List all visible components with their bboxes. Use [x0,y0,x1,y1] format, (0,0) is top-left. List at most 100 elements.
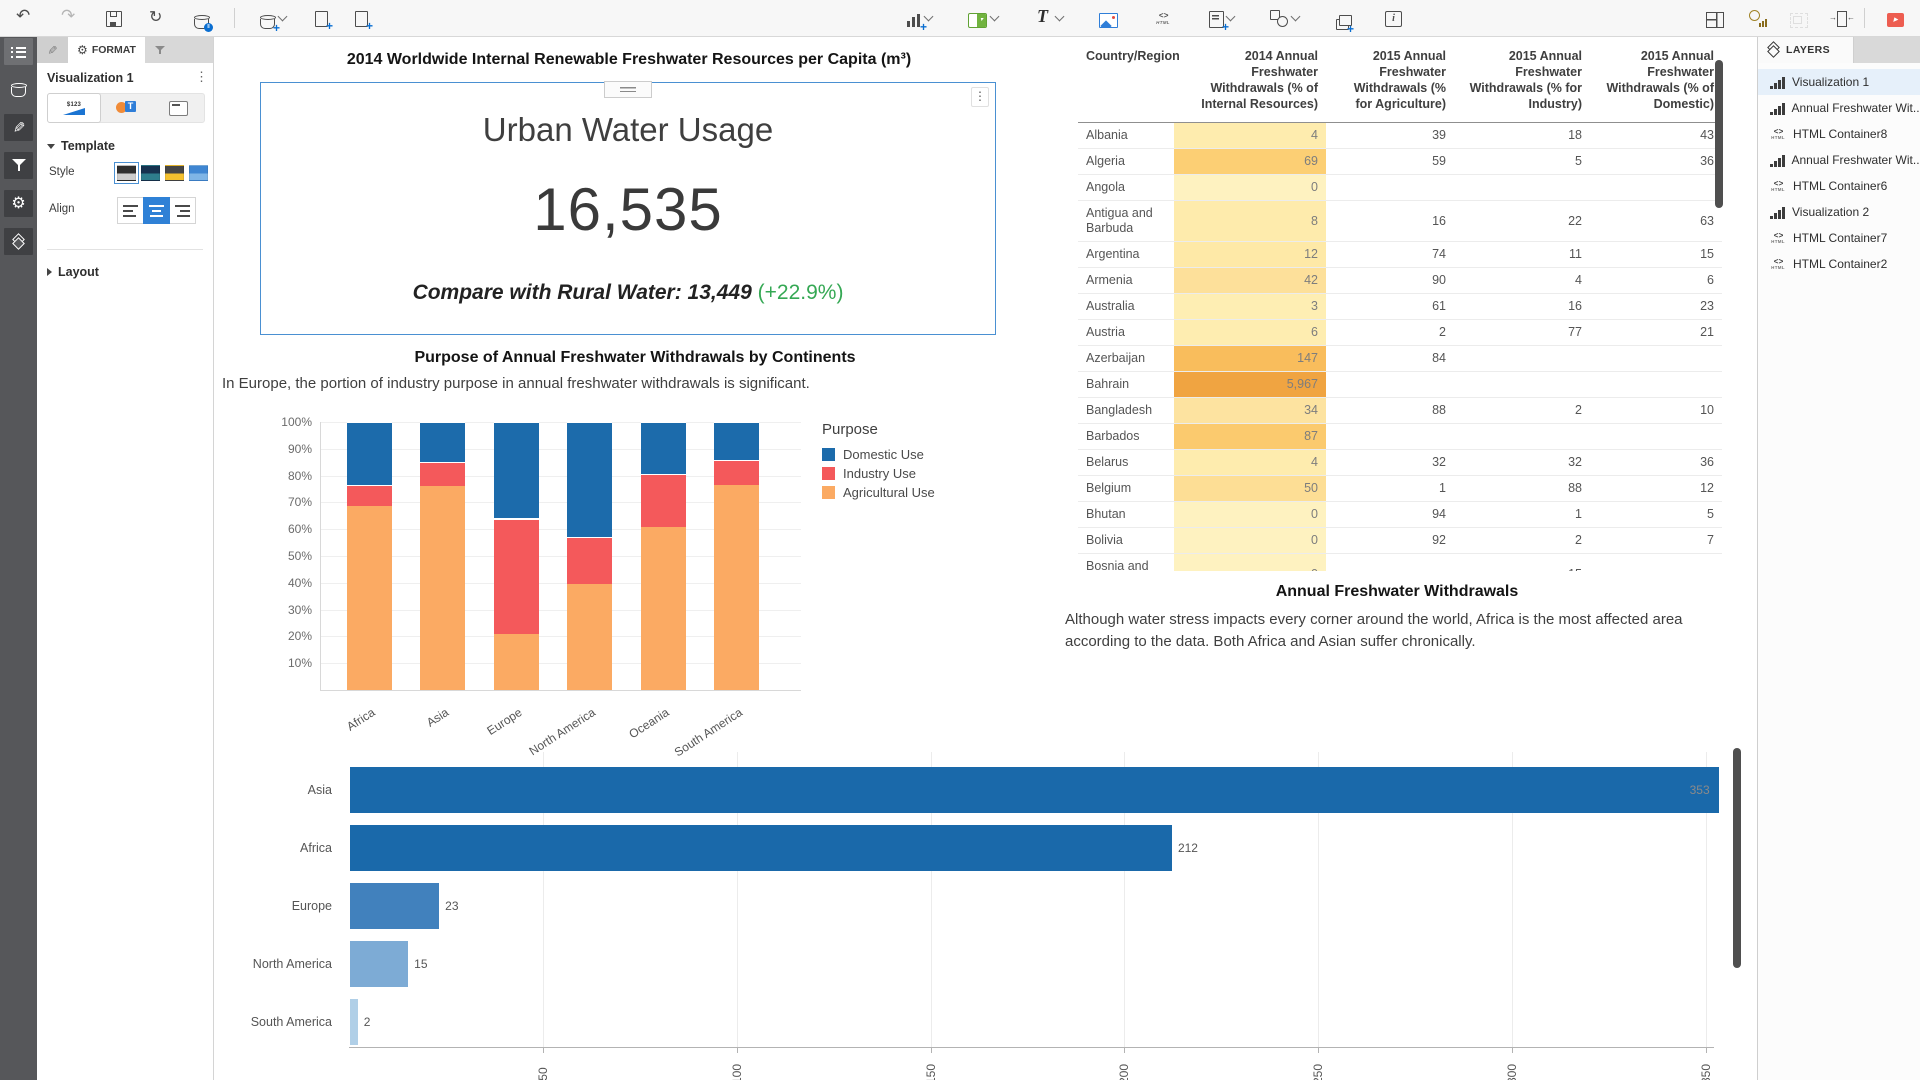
stacked-bar-segment[interactable] [567,422,612,537]
outline-rail-button[interactable] [4,38,33,65]
table-row[interactable]: Belgium5018812 [1078,476,1722,502]
add-datasource-button[interactable] [258,5,288,31]
tab-format[interactable]: FORMAT [68,37,145,63]
bar[interactable] [350,767,1719,813]
table-column-header[interactable]: 2014 Annual Freshwater Withdrawals (% of… [1174,40,1326,123]
table-row[interactable]: Azerbaijan14784 [1078,346,1722,372]
style-swatch-4[interactable] [189,165,208,181]
layer-item[interactable]: < >HTMLHTML Container7 [1758,225,1920,251]
smart-insights-button[interactable] [1746,5,1768,31]
html-container-title-1[interactable]: 2014 Worldwide Internal Renewable Freshw… [214,51,1044,69]
insert-image-button[interactable] [1097,5,1120,31]
table-row[interactable]: Bosnia and Herzegovina015 [1078,554,1722,572]
stacked-bar-segment[interactable] [714,485,759,690]
present-button[interactable] [1885,5,1906,31]
style-swatch-1[interactable] [117,165,136,181]
stacked-bar-segment[interactable] [494,422,539,518]
bar[interactable] [350,883,439,929]
fit-width-button[interactable] [1830,5,1844,31]
filter-rail-button[interactable] [4,152,33,179]
insert-shape-button[interactable] [1268,5,1301,31]
legend-item[interactable]: Domestic Use [822,447,935,462]
style-swatch-2[interactable] [141,165,160,181]
edit-rail-button[interactable] [4,114,33,141]
layers-tab[interactable]: LAYERS [1758,37,1854,63]
stacked-bar-segment[interactable] [567,584,612,690]
table-widget[interactable]: Country/Region2014 Annual Freshwater Wit… [1078,40,1726,571]
align-left-button[interactable] [117,197,144,224]
stacked-bar-segment[interactable] [347,485,392,506]
layout-button[interactable] [1704,5,1726,31]
insert-input-control-button[interactable] [1206,5,1236,31]
add-page-button[interactable] [351,5,368,31]
insert-html-button[interactable] [1152,5,1174,31]
layer-item[interactable]: Annual Freshwater Wit... [1758,95,1920,121]
table-column-header[interactable]: 2015 Annual Freshwater Withdrawals (% of… [1590,40,1722,123]
layer-item[interactable]: < >HTMLHTML Container8 [1758,121,1920,147]
story-canvas[interactable]: 2014 Worldwide Internal Renewable Freshw… [214,37,1757,1080]
table-row[interactable]: Australia3611623 [1078,294,1722,320]
table-row[interactable]: Austria627721 [1078,320,1722,346]
stacked-bar-segment[interactable] [420,462,465,486]
settings-rail-button[interactable] [4,190,33,217]
table-row[interactable]: Bhutan09415 [1078,502,1722,528]
align-center-button[interactable] [143,197,170,224]
table-row[interactable]: Argentina12741115 [1078,242,1722,268]
pause-data-refresh-button[interactable] [192,5,211,31]
tab-filter[interactable] [145,37,174,63]
stacked-bar-segment[interactable] [641,422,686,474]
html-container-body-2[interactable]: Although water stress impacts every corn… [1065,609,1729,653]
layer-item[interactable]: Visualization 1 [1758,69,1920,95]
stacked-bar-segment[interactable] [714,422,759,460]
layer-item[interactable]: < >HTMLHTML Container6 [1758,173,1920,199]
stacked-chart-widget[interactable]: Purpose of Annual Freshwater Withdrawals… [222,345,1048,751]
tab-edit[interactable] [37,37,68,63]
refresh-button[interactable] [147,5,169,31]
stacked-bar[interactable] [641,422,686,690]
stacked-bar-segment[interactable] [420,422,465,462]
stacked-bar-segment[interactable] [494,634,539,690]
style-swatch-3[interactable] [165,165,184,181]
stacked-bar-segment[interactable] [347,422,392,485]
stacked-bar[interactable] [714,422,759,690]
stacked-bar-segment[interactable] [494,519,539,634]
table-row[interactable]: Antigua and Barbuda8162263 [1078,201,1722,242]
stacked-bar-segment[interactable] [347,506,392,690]
stacked-bar[interactable] [347,422,392,690]
save-button[interactable] [104,5,124,31]
table-row[interactable]: Belarus4323236 [1078,450,1722,476]
table-scrollbar-thumb[interactable] [1715,60,1723,208]
template-section-header[interactable]: Template [47,139,115,153]
stacked-bar[interactable] [567,422,612,690]
insert-text-button[interactable] [1032,5,1065,31]
table-row[interactable]: Algeria6959536 [1078,149,1722,175]
widget-more-actions-icon[interactable]: ⋮ [971,87,989,107]
copy-widget-button[interactable] [311,5,328,31]
card-view-button[interactable] [152,94,204,122]
table-row[interactable]: Barbados87 [1078,424,1722,450]
layer-item[interactable]: < >HTMLHTML Container2 [1758,251,1920,277]
layer-item[interactable]: Annual Freshwater Wit... [1758,147,1920,173]
undo-button[interactable] [14,5,36,31]
stacked-bar[interactable] [494,422,539,690]
align-right-button[interactable] [169,197,196,224]
table-column-header[interactable]: 2015 Annual Freshwater Withdrawals (% fo… [1326,40,1454,123]
numeric-point-view-button[interactable]: $123 [47,93,101,123]
table-column-header[interactable]: 2015 Annual Freshwater Withdrawals (% fo… [1454,40,1590,123]
data-rail-button[interactable] [4,76,33,103]
more-actions-icon[interactable]: ⋮ [195,69,207,85]
bar[interactable] [350,999,358,1045]
duplicate-page-button[interactable] [1333,5,1350,31]
bar-chart-widget[interactable]: 50100150200250300350Asia353Africa212Euro… [214,737,1750,1080]
table-row[interactable]: Armenia429046 [1078,268,1722,294]
layout-section-header[interactable]: Layout [47,265,99,279]
stacked-bar-segment[interactable] [420,486,465,690]
layer-item[interactable]: Visualization 2 [1758,199,1920,225]
table-row[interactable]: Bolivia09227 [1078,528,1722,554]
stacked-bar-segment[interactable] [641,527,686,690]
stacked-bar-segment[interactable] [567,537,612,584]
bar[interactable] [350,941,408,987]
legend-item[interactable]: Agricultural Use [822,485,935,500]
table-row[interactable]: Bahrain5,967 [1078,372,1722,398]
drag-handle[interactable] [604,81,652,98]
